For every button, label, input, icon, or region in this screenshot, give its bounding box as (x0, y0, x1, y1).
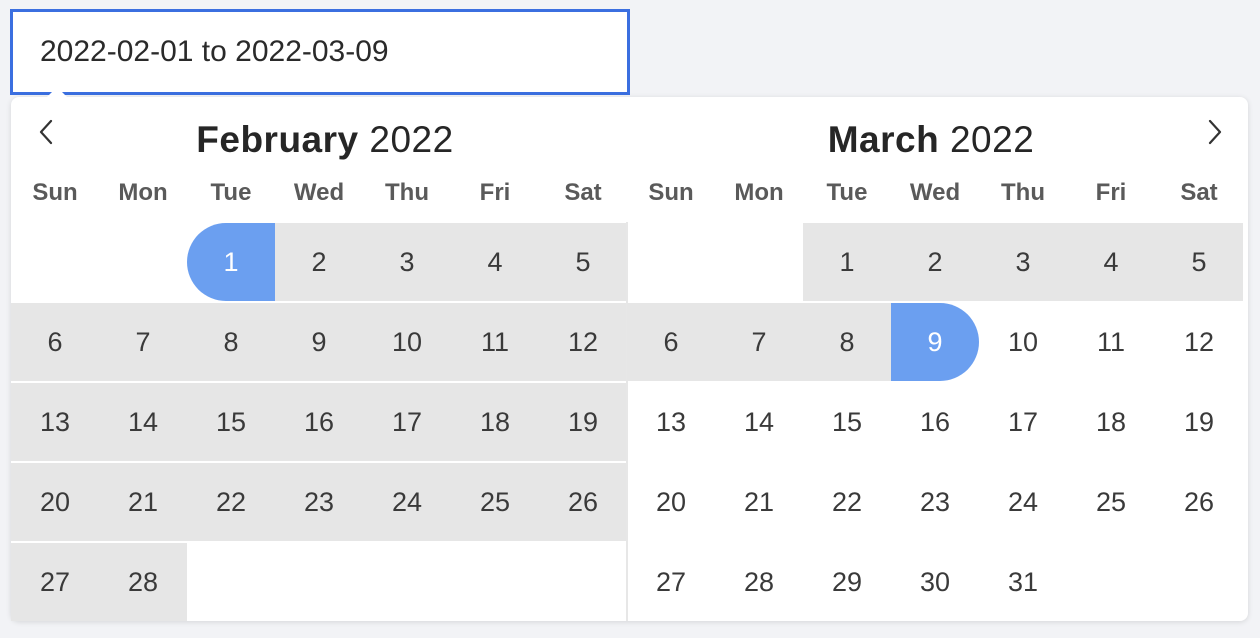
day-cell[interactable]: 30 (891, 543, 979, 621)
day-cell[interactable]: 31 (979, 543, 1067, 621)
day-cell[interactable]: 1 (803, 223, 891, 301)
day-cell[interactable]: 3 (363, 223, 451, 301)
weekday-wed: Wed (909, 179, 961, 206)
weekday-sun: Sun (648, 179, 694, 206)
day-cell[interactable]: 5 (539, 223, 627, 301)
day-cell[interactable]: 10 (363, 303, 451, 381)
day-cell[interactable]: 5 (1155, 223, 1243, 301)
weekday-row: Sun Mon Tue Wed Thu Fri Sat (11, 179, 627, 209)
weekday-tue: Tue (210, 179, 252, 206)
day-cell[interactable]: 29 (803, 543, 891, 621)
weekday-thu: Thu (1001, 179, 1045, 206)
weekday-mon: Mon (118, 179, 168, 206)
day-cell[interactable]: 14 (99, 383, 187, 461)
days-grid: 1 2 3 4 5 6 7 8 9 10 11 12 13 14 15 16 17 18 19 20 21 22 23 24 2… (627, 223, 1243, 623)
day-cell[interactable]: 11 (1067, 303, 1155, 381)
day-cell[interactable]: 17 (363, 383, 451, 461)
weekday-sun: Sun (32, 179, 78, 206)
day-cell[interactable]: 21 (99, 463, 187, 541)
day-cell[interactable]: 2 (891, 223, 979, 301)
day-cell[interactable]: 4 (1067, 223, 1155, 301)
day-cell[interactable]: 18 (451, 383, 539, 461)
month-name: February (196, 119, 359, 160)
day-cell[interactable]: 26 (539, 463, 627, 541)
days-grid: 1 2 3 4 5 6 7 8 9 10 11 12 13 14 15 16 17 18 19 20 21 22 23 24 2… (11, 223, 627, 623)
weekday-wed: Wed (293, 179, 345, 206)
day-cell[interactable]: 20 (627, 463, 715, 541)
day-cell[interactable]: 12 (1155, 303, 1243, 381)
day-cell[interactable]: 15 (187, 383, 275, 461)
weekday-fri: Fri (479, 179, 511, 206)
weekday-tue: Tue (826, 179, 868, 206)
month-march: March 2022 Sun Mon Tue Wed Thu Fri Sat 1234567… (627, 97, 1243, 621)
day-cell[interactable]: 24 (363, 463, 451, 541)
day-cell[interactable]: 7 (99, 303, 187, 381)
day-cell[interactable]: 11 (451, 303, 539, 381)
date-range-picker: February 2022 Sun Mon Tue Wed Thu Fri Sat 1234… (11, 87, 1248, 621)
day-cell[interactable]: 17 (979, 383, 1067, 461)
weekday-thu: Thu (385, 179, 429, 206)
month-header: March 2022 (623, 119, 1239, 161)
day-cell[interactable]: 26 (1155, 463, 1243, 541)
day-cell[interactable]: 15 (803, 383, 891, 461)
month-name: March (827, 119, 940, 160)
day-cell[interactable]: 2 (275, 223, 363, 301)
day-cell[interactable]: 14 (715, 383, 803, 461)
month-header: February 2022 (17, 119, 633, 161)
day-cell[interactable]: 8 (187, 303, 275, 381)
day-cell[interactable]: 23 (275, 463, 363, 541)
day-cell[interactable]: 16 (891, 383, 979, 461)
day-cell[interactable]: 19 (539, 383, 627, 461)
day-cell[interactable]: 24 (979, 463, 1067, 541)
day-cell[interactable]: 3 (979, 223, 1067, 301)
day-cell[interactable]: 4 (451, 223, 539, 301)
weekday-fri: Fri (1095, 179, 1127, 206)
day-cell[interactable]: 27 (627, 543, 715, 621)
day-cell[interactable]: 16 (275, 383, 363, 461)
day-cell[interactable]: 25 (451, 463, 539, 541)
weekday-sat: Sat (564, 179, 602, 206)
day-cell[interactable]: 28 (715, 543, 803, 621)
day-cell[interactable]: 6 (11, 303, 99, 381)
month-february: February 2022 Sun Mon Tue Wed Thu Fri Sat 1234… (11, 97, 627, 621)
day-cell[interactable]: 28 (99, 543, 187, 621)
day-cell[interactable]: 12 (539, 303, 627, 381)
weekday-row: Sun Mon Tue Wed Thu Fri Sat (627, 179, 1243, 209)
day-cell[interactable]: 10 (979, 303, 1067, 381)
day-cell[interactable]: 19 (1155, 383, 1243, 461)
day-cell[interactable]: 13 (11, 383, 99, 461)
day-cell[interactable]: 7 (715, 303, 803, 381)
day-cell[interactable]: 21 (715, 463, 803, 541)
day-cell[interactable]: 6 (627, 303, 715, 381)
day-cell[interactable]: 8 (803, 303, 891, 381)
day-cell[interactable]: 27 (11, 543, 99, 621)
day-cell[interactable]: 9 (275, 303, 363, 381)
date-range-input[interactable] (10, 9, 630, 95)
weekday-sat: Sat (1180, 179, 1218, 206)
day-cell[interactable]: 20 (11, 463, 99, 541)
weekday-mon: Mon (734, 179, 784, 206)
day-cell[interactable]: 18 (1067, 383, 1155, 461)
day-cell[interactable]: 22 (803, 463, 891, 541)
month-year: 2022 (949, 119, 1035, 160)
day-cell[interactable]: 22 (187, 463, 275, 541)
day-cell[interactable]: 1 (187, 223, 275, 301)
day-cell[interactable]: 25 (1067, 463, 1155, 541)
day-cell[interactable]: 23 (891, 463, 979, 541)
day-cell[interactable]: 9 (891, 303, 979, 381)
day-cell[interactable]: 13 (627, 383, 715, 461)
month-year: 2022 (369, 119, 454, 160)
